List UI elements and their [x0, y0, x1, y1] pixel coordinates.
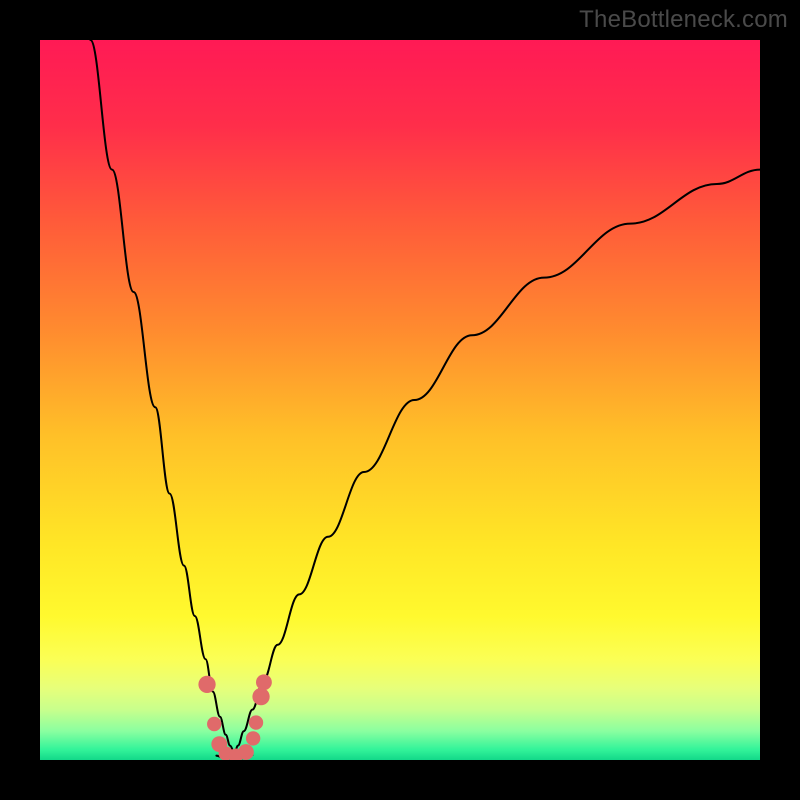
data-marker [246, 731, 260, 745]
data-marker [198, 676, 215, 693]
series-right-branch [234, 170, 760, 753]
data-marker [256, 674, 272, 690]
watermark-text: TheBottleneck.com [579, 6, 788, 34]
data-marker [249, 715, 263, 729]
chart-frame: TheBottleneck.com [0, 0, 800, 800]
data-marker [238, 744, 254, 760]
series-left-branch [90, 40, 234, 753]
data-marker [252, 688, 269, 705]
data-marker [207, 717, 221, 731]
plot-area [40, 40, 760, 760]
bottleneck-curve [40, 40, 760, 760]
